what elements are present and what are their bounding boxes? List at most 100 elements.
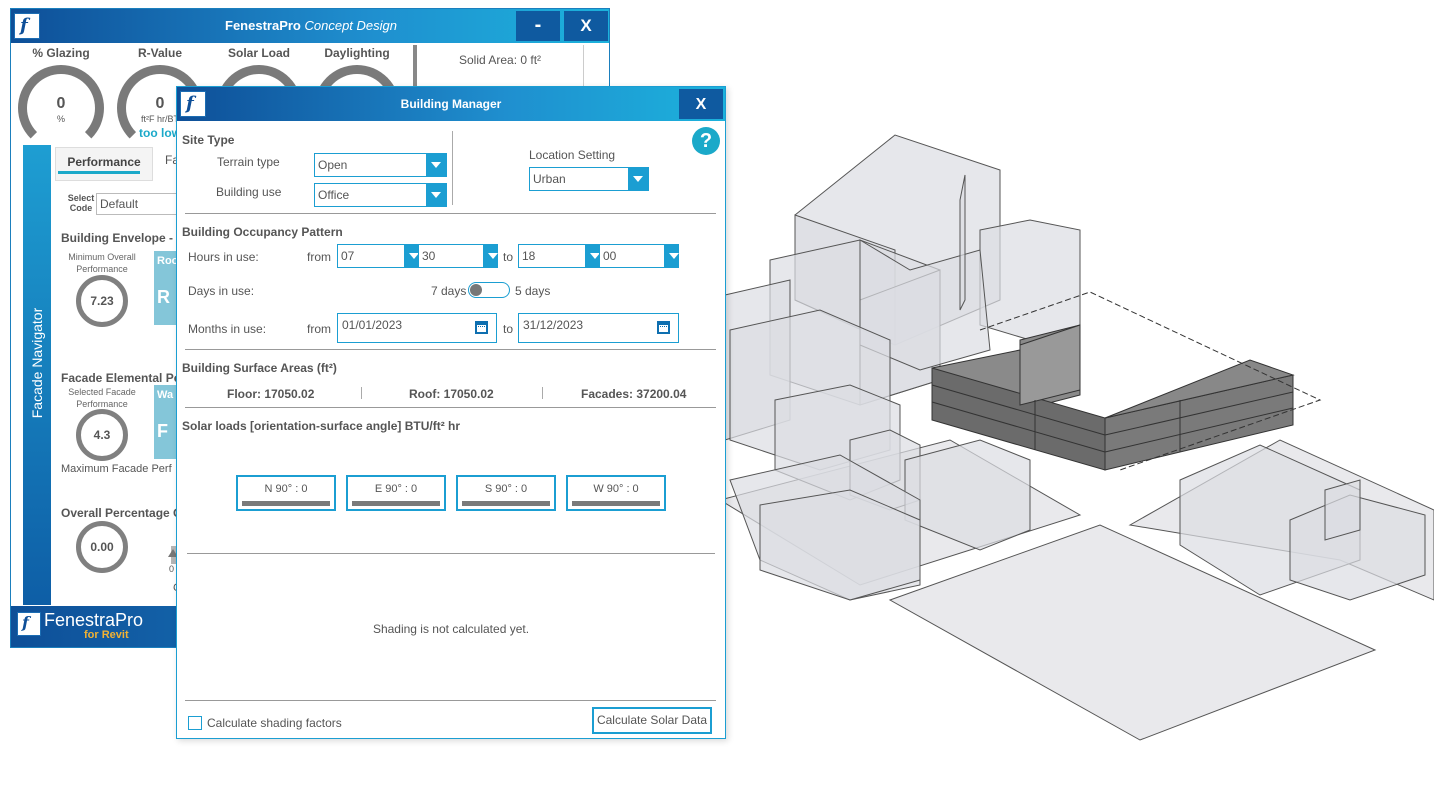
- footer-subtitle: for Revit: [84, 629, 129, 641]
- slider-min-label: 0: [169, 564, 175, 574]
- chevron-down-icon: [628, 168, 648, 190]
- location-setting-select[interactable]: Urban: [529, 167, 649, 191]
- calculate-solar-data-button[interactable]: Calculate Solar Data: [592, 707, 712, 734]
- toggle-knob: [470, 284, 482, 296]
- chevron-down-icon: [426, 184, 446, 206]
- months-label: Months in use:: [188, 322, 267, 336]
- close-button[interactable]: X: [564, 11, 608, 41]
- rvalue-gauge-label: R-Value: [137, 46, 182, 60]
- overall-percentage-title: Overall Percentage G: [61, 506, 183, 520]
- area-divider: [361, 387, 362, 399]
- help-icon[interactable]: ?: [692, 127, 720, 155]
- south-bar: [462, 501, 550, 506]
- divider: [187, 553, 715, 554]
- bm-titlebar: f Building Manager X: [177, 87, 725, 121]
- facade-elemental-title: Facade Elemental Pe: [61, 371, 181, 385]
- days-label: Days in use:: [188, 284, 255, 298]
- west-bar: [572, 501, 660, 506]
- occupancy-title: Building Occupancy Pattern: [182, 225, 343, 239]
- hours-from-label: from: [307, 250, 331, 264]
- glazing-gauge-label: % Glazing: [32, 46, 90, 60]
- concept-titlebar: f FenestraPro Concept Design - X: [11, 9, 609, 43]
- divider: [185, 213, 716, 214]
- tab-performance[interactable]: Performance: [55, 147, 153, 181]
- floor-area: Floor: 17050.02: [227, 387, 315, 401]
- facade-navigator-strip[interactable]: Facade Navigator: [23, 145, 51, 605]
- envelope-section-title: Building Envelope -: [61, 231, 174, 245]
- roof-card[interactable]: Roo R: [154, 251, 178, 325]
- north-orientation-button[interactable]: N 90° : 0: [236, 475, 336, 511]
- facades-area: Facades: 37200.04: [581, 387, 687, 401]
- select-code-label: Select Code: [67, 193, 95, 213]
- surface-areas-title: Building Surface Areas (ft²): [182, 361, 337, 375]
- glazing-gauge-unit: %: [56, 114, 65, 124]
- building-use-label: Building use: [216, 185, 282, 199]
- east-orientation-button[interactable]: E 90° : 0: [346, 475, 446, 511]
- location-setting-label: Location Setting: [529, 148, 616, 162]
- chevron-down-icon: [404, 245, 419, 267]
- glazing-gauge-value: 0: [56, 95, 66, 112]
- divider: [185, 407, 716, 408]
- solar-loads-title: Solar loads [orientation-surface angle] …: [182, 419, 461, 433]
- wall-card[interactable]: Wa F: [154, 385, 178, 459]
- area-divider: [542, 387, 543, 399]
- days-toggle[interactable]: [468, 282, 510, 298]
- chevron-down-icon: [664, 245, 679, 267]
- hours-label: Hours in use:: [188, 250, 259, 264]
- divider: [185, 700, 716, 701]
- calendar-icon[interactable]: [475, 321, 488, 334]
- site-divider: [452, 131, 453, 205]
- chevron-down-icon: [426, 154, 446, 176]
- divider: [185, 349, 716, 350]
- east-bar: [352, 501, 440, 506]
- months-from-label: from: [307, 322, 331, 336]
- from-minute-select[interactable]: 30: [418, 244, 498, 268]
- from-date-input[interactable]: 01/01/2023: [337, 313, 497, 343]
- to-minute-select[interactable]: 00: [599, 244, 679, 268]
- footer-logo-icon: f: [17, 612, 41, 636]
- minimize-button[interactable]: -: [516, 11, 560, 41]
- months-to-label: to: [503, 322, 514, 336]
- bm-close-button[interactable]: X: [679, 89, 723, 119]
- west-orientation-button[interactable]: W 90° : 0: [566, 475, 666, 511]
- shading-status: Shading is not calculated yet.: [372, 622, 530, 636]
- selected-facade-label: Selected Facade Performance: [68, 387, 136, 409]
- calculate-shading-checkbox[interactable]: [188, 716, 202, 730]
- solid-area-readout: Solid Area: 0 ft²: [459, 53, 542, 67]
- bm-title: Building Manager: [400, 97, 502, 111]
- days-right-label: 5 days: [515, 284, 551, 298]
- footer-brand: FenestraPro: [44, 610, 144, 630]
- roof-area: Roof: 17050.02: [409, 387, 494, 401]
- east-label: E 90° : 0: [374, 483, 418, 495]
- facade-navigator-label: Facade Navigator: [29, 307, 45, 419]
- site-type-title: Site Type: [182, 133, 235, 147]
- to-date-input[interactable]: 31/12/2023: [518, 313, 679, 343]
- min-overall-ring: 7.23: [76, 275, 128, 327]
- west-label: W 90° : 0: [593, 483, 639, 495]
- from-hour-select[interactable]: 07: [337, 244, 419, 268]
- active-tab-indicator: [58, 171, 140, 174]
- building-manager-dialog: f Building Manager X ? Site Type Terrain…: [176, 86, 726, 739]
- rvalue-status: too low: [139, 126, 181, 140]
- code-select[interactable]: Default: [96, 193, 186, 215]
- south-label: S 90° : 0: [484, 483, 528, 495]
- north-label: N 90° : 0: [264, 483, 308, 495]
- daylighting-gauge-label: Daylighting: [324, 46, 390, 60]
- terrain-type-label: Terrain type: [217, 155, 280, 169]
- screen: f FenestraPro Concept Design - X % Glazi…: [0, 0, 1434, 794]
- min-overall-label: Minimum Overall Performance: [68, 252, 136, 274]
- south-orientation-button[interactable]: S 90° : 0: [456, 475, 556, 511]
- chevron-down-icon: [483, 245, 498, 267]
- to-hour-select[interactable]: 18: [518, 244, 600, 268]
- north-bar: [242, 501, 330, 506]
- terrain-type-select[interactable]: Open: [314, 153, 447, 177]
- calculate-shading-label: Calculate shading factors: [207, 716, 342, 730]
- building-use-select[interactable]: Office: [314, 183, 447, 207]
- max-facade-label: Maximum Facade Perf: [61, 463, 172, 475]
- hours-to-label: to: [503, 250, 514, 264]
- solar-load-gauge-label: Solar Load: [227, 46, 290, 60]
- days-left-label: 7 days: [431, 284, 467, 298]
- selected-facade-ring: 4.3: [76, 409, 128, 461]
- overall-percentage-ring: 0.00: [76, 521, 128, 573]
- calendar-icon[interactable]: [657, 321, 670, 334]
